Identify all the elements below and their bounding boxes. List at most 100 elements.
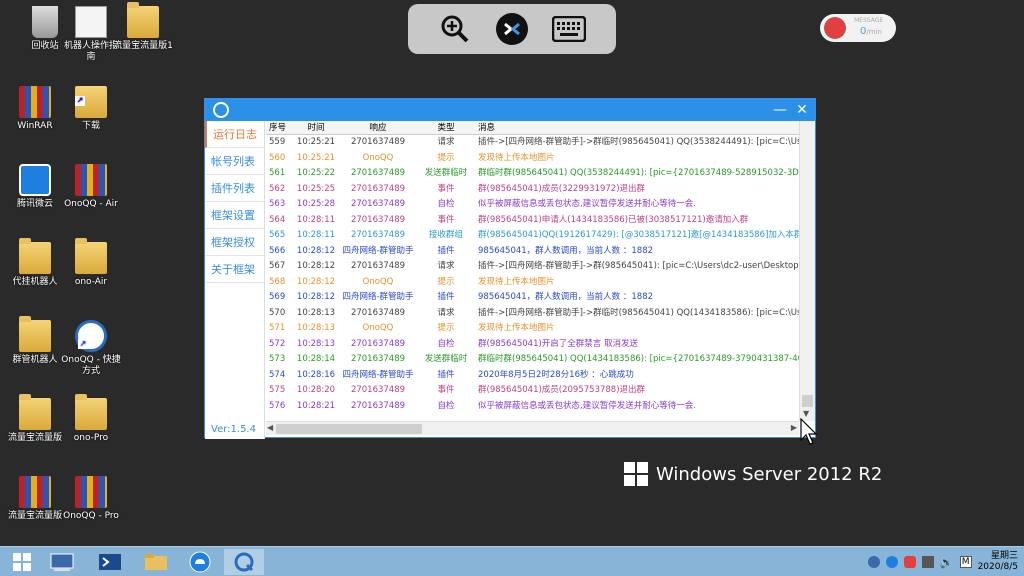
ime-indicator[interactable]: M [959, 556, 972, 568]
table-row[interactable]: 576 10:28:21 2701637489 自检 似乎被屏蔽信息或丢包状态,建议暂停… [266, 399, 799, 415]
table-row[interactable]: 559 10:25:21 2701637489 请求 插件->[四舟网络-群管助手]->… [266, 135, 799, 151]
sidebar-item[interactable]: 框架授权 [205, 229, 264, 256]
avatar [822, 15, 848, 41]
start-button[interactable] [2, 549, 42, 575]
tray-alert-icon[interactable] [903, 556, 916, 568]
tray-network-icon[interactable] [921, 556, 934, 568]
scroll-right-icon[interactable]: ▶ [791, 423, 797, 432]
table-row[interactable]: 561 10:25:22 2701637489 发送群临时 群临时群(985645041… [266, 166, 799, 182]
cell-id: 559 [269, 137, 286, 147]
server-manager-icon[interactable] [42, 549, 82, 575]
col-header-time[interactable]: 时间 [294, 121, 338, 134]
message-title: MESSAGE [854, 17, 884, 24]
minimize-button[interactable]: — [769, 99, 791, 121]
powershell-icon[interactable] [90, 549, 130, 575]
message-rate-widget[interactable]: MESSAGE 0/min [820, 14, 896, 42]
cell-id: 569 [269, 292, 286, 302]
desktop-icon[interactable]: 下载 [60, 86, 122, 132]
cell-time: 10:25:28 [296, 199, 336, 209]
close-button[interactable]: ✕ [791, 99, 813, 121]
sidebar: 运行日志 帐号列表 插件列表 框架设置 框架授权 关于框架 Ver:1.5.4 [205, 121, 265, 439]
desktop-icon[interactable]: 腾讯微云 [4, 164, 66, 210]
table-row[interactable]: 574 10:28:16 四舟网络-群管助手 插件 2020年8月5日2时28分16秒 … [266, 368, 799, 384]
scroll-left-icon[interactable]: ◀ [267, 423, 273, 432]
desktop-icon[interactable]: 流量宝流量版1 [112, 2, 174, 52]
cell-resp: 2701637489 [350, 261, 406, 271]
cell-msg: 插件->[四舟网络-群管助手]->群临时(985645041) QQ(14341… [478, 307, 799, 318]
cell-time: 10:28:12 [296, 261, 336, 271]
rar-icon [19, 86, 51, 118]
desktop-icon[interactable]: ono-Pro [60, 394, 122, 444]
horizontal-scrollbar[interactable]: ◀ ▶ [266, 421, 799, 435]
col-header-response[interactable]: 响应 [338, 121, 418, 134]
cell-id: 568 [269, 276, 286, 287]
cell-time: 10:28:11 [296, 230, 336, 240]
folder-icon [75, 238, 107, 274]
cell-time: 10:25:21 [296, 137, 336, 147]
desktop-icon-label: ono-Pro [73, 433, 109, 443]
sidebar-item[interactable]: 插件列表 [205, 175, 264, 202]
table-row[interactable]: 569 10:28:12 四舟网络-群管助手 插件 985645041，群人数调用，当前… [266, 290, 799, 306]
cell-type: 自检 [437, 338, 455, 349]
horizontal-scroll-thumb[interactable] [276, 424, 422, 434]
cell-msg: 似乎被屏蔽信息或丢包状态,建议暂停发送并耐心等待一会. [478, 400, 696, 411]
table-row[interactable]: 566 10:28:12 四舟网络-群管助手 插件 985645041，群人数调用，当前… [266, 244, 799, 260]
table-row[interactable]: 565 10:28:11 2701637489 接收群组 群(985645041)QQ(… [266, 228, 799, 244]
volume-icon[interactable]: 🔈 [940, 556, 954, 569]
tencent-weiyun-icon[interactable] [180, 549, 220, 575]
table-row[interactable]: 567 10:28:12 2701637489 请求 插件->[四舟网络-群管助手]->… [266, 259, 799, 275]
keyboard-icon[interactable] [552, 12, 587, 46]
desktop-icon[interactable]: WinRAR [4, 86, 66, 132]
table-row[interactable]: 568 10:28:12 OnoQQ 提示 发现待上传本地图片 [266, 275, 799, 291]
file-explorer-icon[interactable] [136, 549, 176, 575]
clock[interactable]: 星期三 2020/8/5 [978, 551, 1018, 573]
desktop-icon[interactable]: 流量宝流量版 [4, 394, 66, 444]
message-rate: 0/min [860, 26, 882, 37]
cell-msg: 群(985645041)QQ(1912617429): [@3038517121… [478, 230, 799, 240]
onoqq-taskbar-icon[interactable] [224, 549, 264, 575]
cell-msg: 发现待上传本地图片 [478, 152, 555, 163]
sidebar-item[interactable]: 运行日志 [205, 121, 264, 148]
cell-type: 提示 [437, 276, 455, 287]
desktop-icon[interactable]: 流量宝流量版 [4, 476, 66, 522]
sidebar-item[interactable]: 关于框架 [205, 256, 264, 283]
desktop-icon[interactable]: OnoQQ - Pro [60, 476, 122, 522]
table-row[interactable]: 571 10:28:13 OnoQQ 提示 发现待上传本地图片 [266, 321, 799, 337]
table-row[interactable]: 560 10:25:21 OnoQQ 提示 发现待上传本地图片 [266, 151, 799, 167]
desktop-icon[interactable]: OnoQQ - 快捷方式 [60, 320, 122, 377]
table-row[interactable]: 572 10:28:13 2701637489 自检 群(985645041)开启了全群… [266, 337, 799, 353]
cell-msg: 群临时群(985645041) QQ(1434183586): [pic={27… [478, 354, 799, 364]
table-row[interactable]: 573 10:28:14 2701637489 发送群临时 群临时群(985645041… [266, 352, 799, 368]
system-tray: 🔈 M 星期三 2020/8/5 [867, 547, 1018, 576]
sidebar-item[interactable]: 框架设置 [205, 202, 264, 229]
vertical-scrollbar[interactable]: ▼ [799, 121, 815, 421]
cell-type: 请求 [437, 307, 455, 318]
table-row[interactable]: 570 10:28:13 2701637489 请求 插件->[四舟网络-群管助手]->… [266, 306, 799, 322]
cell-id: 574 [269, 369, 286, 380]
cell-msg: 群(985645041)成员(3229931972)退出群 [478, 183, 646, 194]
table-row[interactable]: 562 10:25:25 2701637489 事件 群(985645041)成员(32… [266, 182, 799, 198]
zoom-in-icon[interactable] [438, 12, 472, 46]
desktop-icon-label: 流量宝流量版1 [113, 41, 173, 51]
cell-msg: 插件->[四舟网络-群管助手]->群(985645041): [pic=C:\U… [478, 261, 799, 271]
desktop-icon[interactable]: 代挂机器人 [4, 238, 66, 288]
col-header-type[interactable]: 类型 [418, 121, 474, 134]
cell-msg: 985645041，群人数调用，当前人数 ：1882 [478, 292, 654, 302]
cell-id: 561 [269, 168, 286, 178]
tray-cloud-icon[interactable] [885, 556, 898, 568]
vertical-scroll-thumb[interactable] [802, 395, 813, 407]
table-row[interactable]: 564 10:28:11 2701637489 事件 群(985645041)申请人(1… [266, 213, 799, 229]
desktop-icon[interactable]: OnoQQ - Air [60, 164, 122, 210]
sidebar-item[interactable]: 帐号列表 [205, 148, 264, 175]
desktop-icon[interactable]: 群管机器人 [4, 316, 66, 366]
col-header-id[interactable]: 序号 [266, 121, 294, 134]
taskbar: 🔈 M 星期三 2020/8/5 [0, 546, 1024, 576]
scroll-down-icon[interactable]: ▼ [803, 409, 809, 418]
table-row[interactable]: 575 10:28:20 2701637489 事件 群(985645041)成员(20… [266, 383, 799, 399]
desktop-icon[interactable]: ono-Air [60, 238, 122, 288]
tray-app-icon[interactable] [867, 556, 880, 568]
table-row[interactable]: 563 10:25:28 2701637489 自检 似乎被屏蔽信息或丢包状态,建议暂停… [266, 197, 799, 213]
cell-id: 564 [269, 214, 286, 225]
col-header-message[interactable]: 消息 [474, 121, 799, 134]
remote-desktop-icon[interactable] [495, 12, 529, 46]
